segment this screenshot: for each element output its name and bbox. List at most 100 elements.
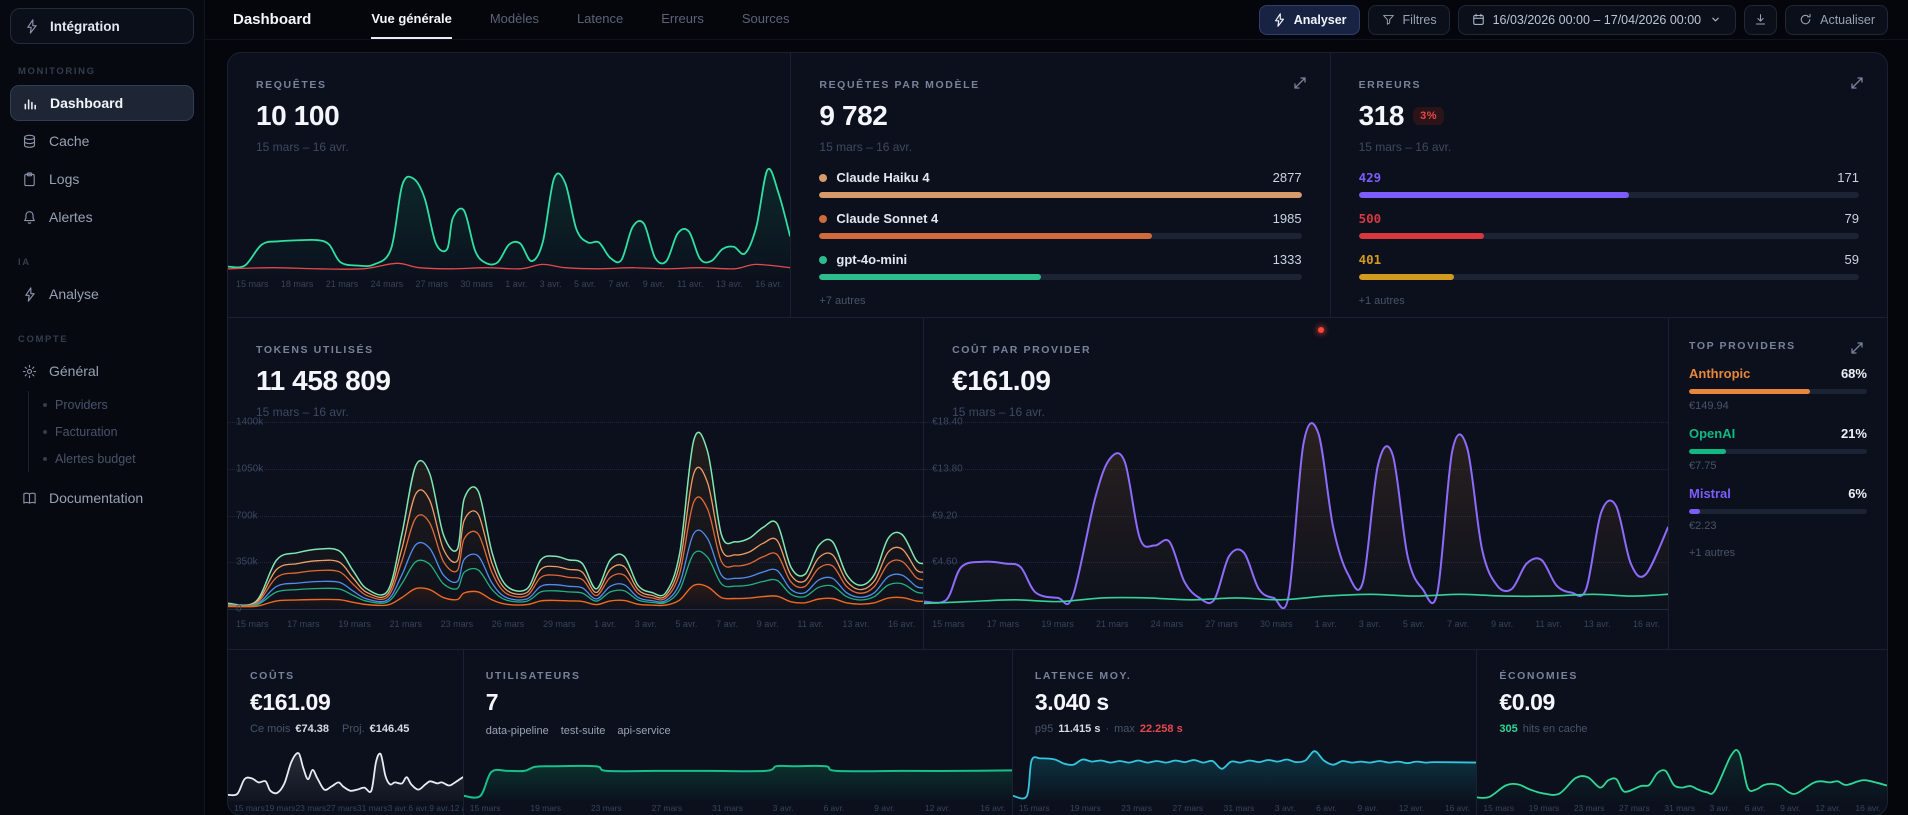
tokens-value: 11 458 809 <box>256 365 391 396</box>
tabs: Vue générale Modèles Latence Erreurs Sou… <box>371 0 790 39</box>
requests-chart <box>228 157 791 273</box>
error-rows: 429 171 500 79 401 59 <box>1358 170 1859 280</box>
error-count: 171 <box>1837 170 1859 185</box>
x-axis-labels: 15 mars 19 mars 23 mars 27 mars 31 mars 3 avr… <box>469 803 1006 813</box>
provider-pct: 21% <box>1840 426 1867 441</box>
model-row: gpt-4o-mini 1333 <box>819 252 1302 280</box>
general-subtree: Providers Facturation Alertes budget <box>28 391 194 472</box>
model-label: Claude Haiku 4 <box>836 170 930 185</box>
card-title: TOP PROVIDERS <box>1689 340 1796 352</box>
sidebar-subitem-providers[interactable]: Providers <box>33 391 194 418</box>
latency-subline: p95 11.415 s · max 22.258 s <box>1034 723 1183 736</box>
more-providers: +1 autres <box>1689 547 1736 559</box>
sidebar-item-dashboard[interactable]: Dashboard <box>10 85 194 121</box>
expand-icon[interactable] <box>1849 75 1865 91</box>
sidebar-item-analyse[interactable]: Analyse <box>10 276 194 312</box>
provider-pct: 68% <box>1840 366 1867 381</box>
model-dot <box>819 255 828 264</box>
model-row: Claude Sonnet 4 1985 <box>819 211 1302 239</box>
alert-dot <box>1318 327 1325 333</box>
book-icon <box>21 490 38 507</box>
model-label: Claude Sonnet 4 <box>836 211 939 226</box>
card-requests: REQUÊTES 10 100 15 mars – 16 avr. 15 mar… <box>228 53 791 317</box>
tab-modeles[interactable]: Modèles <box>490 0 539 39</box>
bar-chart-icon <box>22 95 39 112</box>
model-bar <box>819 233 1302 239</box>
card-latency: LATENCE MOY. 3.040 s p95 11.415 s · max 22… <box>1011 650 1477 815</box>
error-count: 79 <box>1844 211 1859 226</box>
provider-bar <box>1689 509 1867 514</box>
bullet-icon <box>43 402 47 407</box>
sidebar-item-cache[interactable]: Cache <box>10 123 194 159</box>
filters-button[interactable]: Filtres <box>1367 4 1450 35</box>
sidebar-item-alertes[interactable]: Alertes <box>10 199 194 235</box>
error-bar <box>1358 233 1859 239</box>
expand-icon[interactable] <box>1292 75 1308 91</box>
period: 15 mars – 16 avr. <box>1358 140 1452 154</box>
sidebar-item-general[interactable]: Général <box>10 353 194 389</box>
chevron-down-icon <box>1708 12 1723 27</box>
refresh-button[interactable]: Actualiser <box>1785 4 1888 35</box>
costs-value: €161.09 <box>250 689 331 716</box>
main: Dashboard Vue générale Modèles Latence E… <box>205 0 1908 815</box>
provider-name: OpenAI <box>1689 426 1736 441</box>
card-tokens: TOKENS UTILISÉS 11 458 809 15 mars – 16 … <box>228 318 924 649</box>
users-value: 7 <box>485 689 499 716</box>
provider-amount: €2.23 <box>1689 520 1717 532</box>
lightning-icon <box>23 18 40 35</box>
tab-latence[interactable]: Latence <box>577 0 623 39</box>
page-title: Dashboard <box>233 11 312 28</box>
sidebar-item-logs[interactable]: Logs <box>10 161 194 197</box>
section-ia: IA <box>18 257 31 268</box>
provider-row: OpenAI 21% €7.75 <box>1689 426 1867 472</box>
card-title: REQUÊTES PAR MODÈLE <box>819 79 980 91</box>
subitem-label: Alertes budget <box>55 451 136 466</box>
more-models: +7 autres <box>819 295 866 307</box>
card-title: ERREURS <box>1358 79 1422 91</box>
card-users: UTILISATEURS 7 data-pipeline test-suite … <box>462 650 1012 815</box>
provider-name: Anthropic <box>1689 366 1751 381</box>
error-code: 429 <box>1358 170 1382 185</box>
model-label: gpt-4o-mini <box>836 252 908 267</box>
errors-value: 318 3% <box>1359 100 1859 132</box>
tab-erreurs[interactable]: Erreurs <box>661 0 704 39</box>
tab-sources[interactable]: Sources <box>742 0 790 39</box>
subitem-label: Providers <box>55 397 108 412</box>
error-rate-badge: 3% <box>1413 107 1444 125</box>
section-compte: COMPTE <box>18 334 69 345</box>
sidebar-subitem-alertes-budget[interactable]: Alertes budget <box>33 445 194 472</box>
provider-bar <box>1689 449 1867 454</box>
card-title: TOKENS UTILISÉS <box>256 344 374 356</box>
model-rows: Claude Haiku 4 2877 Claude Sonnet 4 1985 <box>819 170 1302 280</box>
savings-value: €0.09 <box>1499 689 1555 716</box>
sidebar: Intégration MONITORING Dashboard Cache L… <box>0 0 205 815</box>
x-axis-labels: 15 mars 19 mars 23 mars 27 mars 31 mars 3 avr… <box>1018 803 1471 813</box>
integration-button[interactable]: Intégration <box>10 8 194 44</box>
topbar: Dashboard Vue générale Modèles Latence E… <box>205 0 1908 40</box>
analyze-button[interactable]: Analyser <box>1258 4 1360 35</box>
period: 15 mars – 16 avr. <box>256 140 349 154</box>
requests-by-model-value: 9 782 <box>819 100 888 131</box>
date-range-picker[interactable]: 16/03/2026 00:00 – 17/04/2026 00:00 <box>1457 4 1737 35</box>
sidebar-item-label: Analyse <box>49 286 99 302</box>
provider-pct: 6% <box>1848 486 1867 501</box>
model-value: 1333 <box>1272 252 1302 267</box>
expand-icon[interactable] <box>1849 340 1865 356</box>
tab-vue-generale[interactable]: Vue générale <box>371 0 452 39</box>
sidebar-item-documentation[interactable]: Documentation <box>10 480 194 516</box>
database-icon <box>21 133 38 150</box>
card-savings: ÉCONOMIES €0.09 305 hits en cache 15 mars… <box>1476 650 1887 815</box>
download-button[interactable] <box>1744 4 1778 35</box>
card-cost-by-provider: COÛT PAR PROVIDER €161.09 15 mars – 16 a… <box>923 318 1668 650</box>
sidebar-subitem-facturation[interactable]: Facturation <box>33 418 194 445</box>
analyze-label: Analyser <box>1293 12 1347 27</box>
error-count: 59 <box>1844 252 1859 267</box>
tokens-chart <box>228 422 924 609</box>
calendar-icon <box>1471 12 1486 27</box>
error-code: 500 <box>1358 211 1382 226</box>
card-requests-by-model: REQUÊTES PAR MODÈLE 9 782 15 mars – 16 a… <box>790 53 1329 317</box>
provider-row: Anthropic 68% €149.94 <box>1689 366 1867 412</box>
period: 15 mars – 16 avr. <box>256 405 349 419</box>
cost-plot: €18.40 €13.80 €9.20 €4.60 <box>924 417 1668 611</box>
funnel-icon <box>1381 12 1396 27</box>
